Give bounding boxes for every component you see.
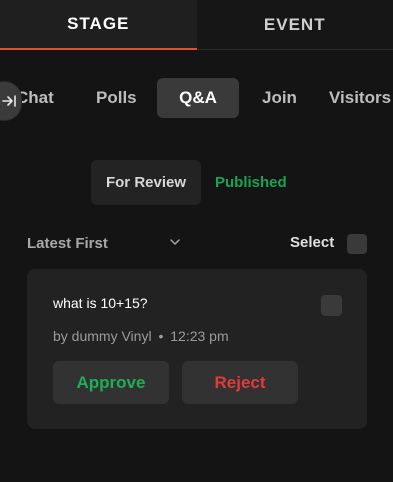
subnav-visitors-label: Visitors [329,88,392,107]
reject-button[interactable]: Reject [182,361,298,404]
sort-label: Latest First [27,234,108,252]
tab-stage-label: STAGE [67,14,130,33]
question-author: by dummy Vinyl [53,328,152,344]
question-text: what is 10+15? [53,295,148,311]
subnav-chat[interactable]: Chat [16,78,54,118]
subnav-join[interactable]: Join [262,78,297,118]
question-meta: by dummy Vinyl • 12:23 pm [53,328,229,344]
subnav-visitors[interactable]: Visitors [329,78,391,118]
sort-dropdown[interactable]: Latest First [27,232,108,254]
tab-stage[interactable]: STAGE [0,0,197,50]
chevron-down-icon[interactable] [168,235,182,249]
published-toggle[interactable]: Published [215,160,287,205]
select-all-checkbox[interactable] [347,234,367,254]
subnav-qa-label: Q&A [179,88,217,107]
collapse-panel-icon [1,95,16,107]
approve-label: Approve [76,372,146,392]
subnav-polls[interactable]: Polls [96,78,137,118]
question-card: what is 10+15? by dummy Vinyl • 12:23 pm… [27,269,367,429]
question-time: 12:23 pm [170,328,229,344]
approve-button[interactable]: Approve [53,361,169,404]
for-review-toggle[interactable]: For Review [91,160,201,205]
subnav-chat-label: Chat [16,88,54,107]
meta-separator: • [158,328,164,344]
reject-label: Reject [214,372,266,392]
subnav-qa[interactable]: Q&A [157,78,239,118]
question-checkbox[interactable] [321,295,342,316]
for-review-label: For Review [105,174,187,191]
qa-panel: STAGE EVENT Chat Polls Q&A Join Visitors… [0,0,393,482]
tab-event-label: EVENT [263,14,326,34]
subnav-polls-label: Polls [96,88,137,107]
published-label: Published [215,174,287,191]
subnav-join-label: Join [262,88,297,107]
top-tabs: STAGE EVENT [0,0,393,50]
tab-event[interactable]: EVENT [196,0,393,50]
sub-navigation: Chat Polls Q&A Join Visitors [0,78,393,118]
select-label: Select [290,234,335,251]
